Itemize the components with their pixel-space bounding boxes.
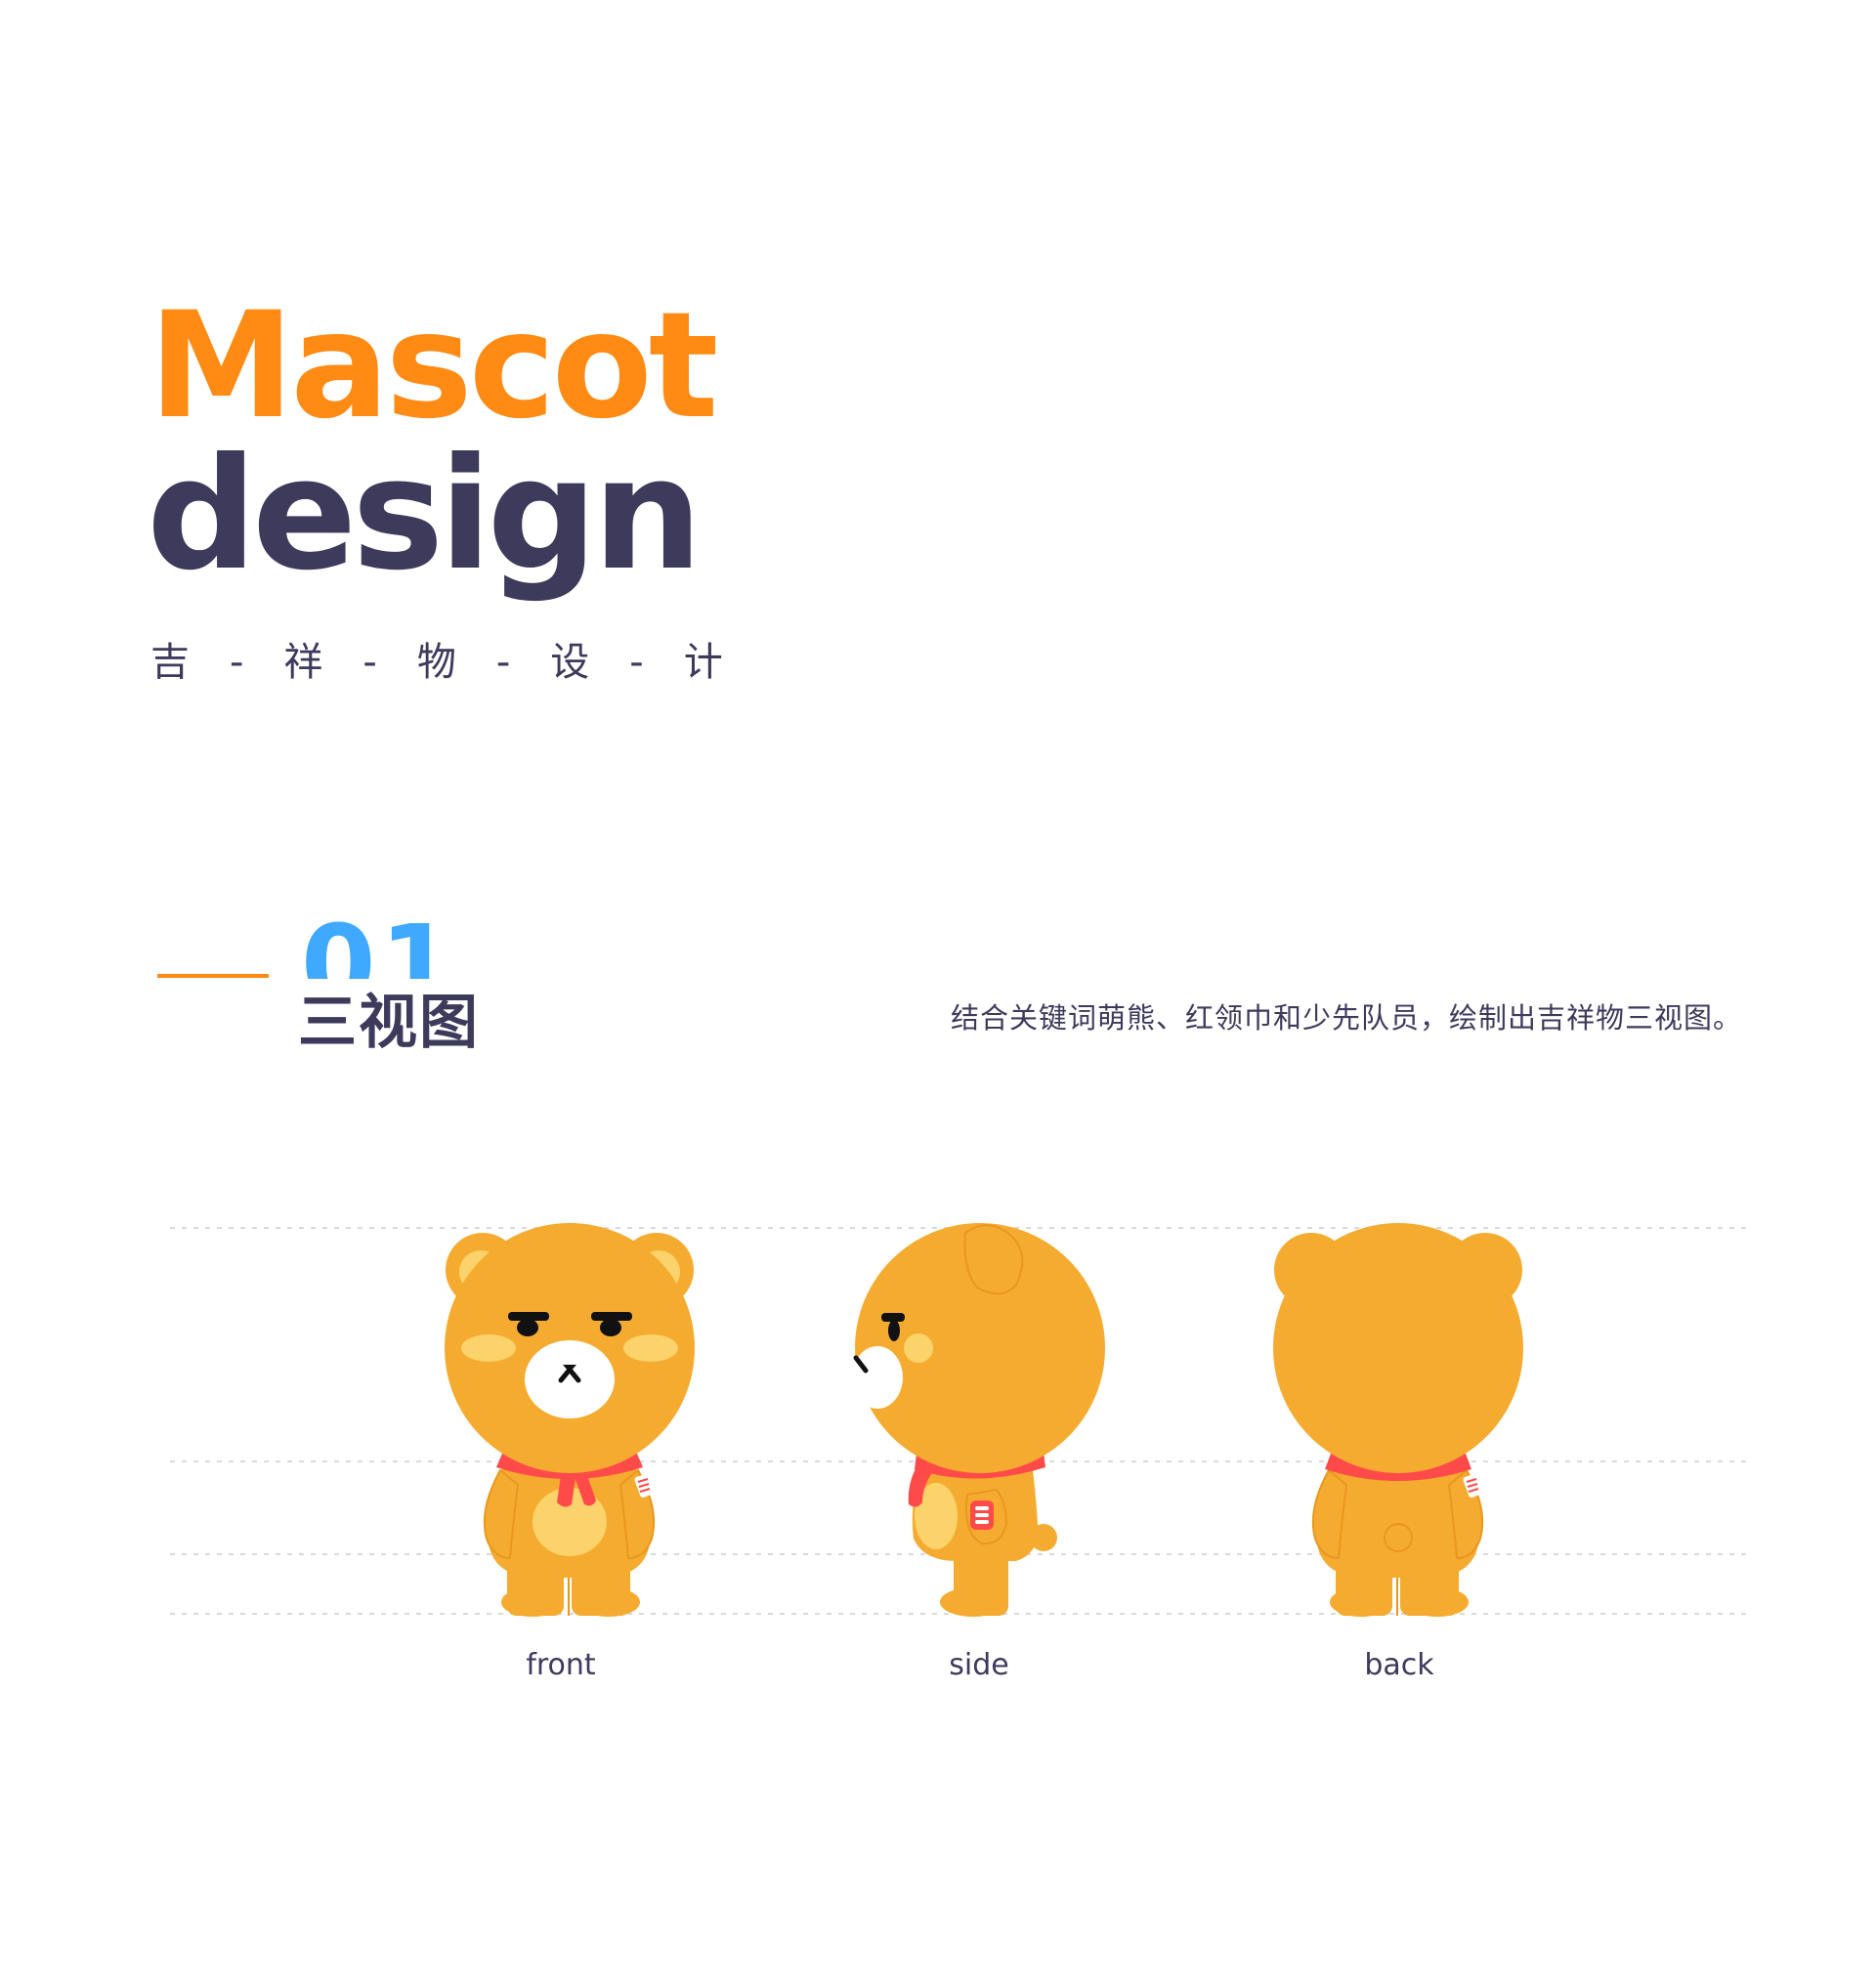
bear-front-illustration	[445, 1223, 695, 1617]
section-title: 三视图	[298, 989, 480, 1057]
view-label-back: back	[1364, 1648, 1434, 1682]
section-description: 结合关键词萌熊、红领巾和少先队员，绘制出吉祥物三视图。	[951, 1001, 1743, 1035]
bear-back-illustration	[1273, 1223, 1523, 1617]
title-mascot: Mascot	[149, 281, 718, 451]
view-label-front: front	[526, 1648, 596, 1682]
section-accent-rule	[157, 974, 269, 978]
mascot-three-views	[170, 1223, 1749, 1617]
view-label-side: side	[949, 1648, 1009, 1682]
section-number: 01	[301, 910, 459, 979]
subtitle-chinese: 吉-祥-物-设-计	[150, 640, 763, 685]
title-design: design	[147, 425, 703, 605]
bear-side-illustration	[852, 1223, 1105, 1617]
